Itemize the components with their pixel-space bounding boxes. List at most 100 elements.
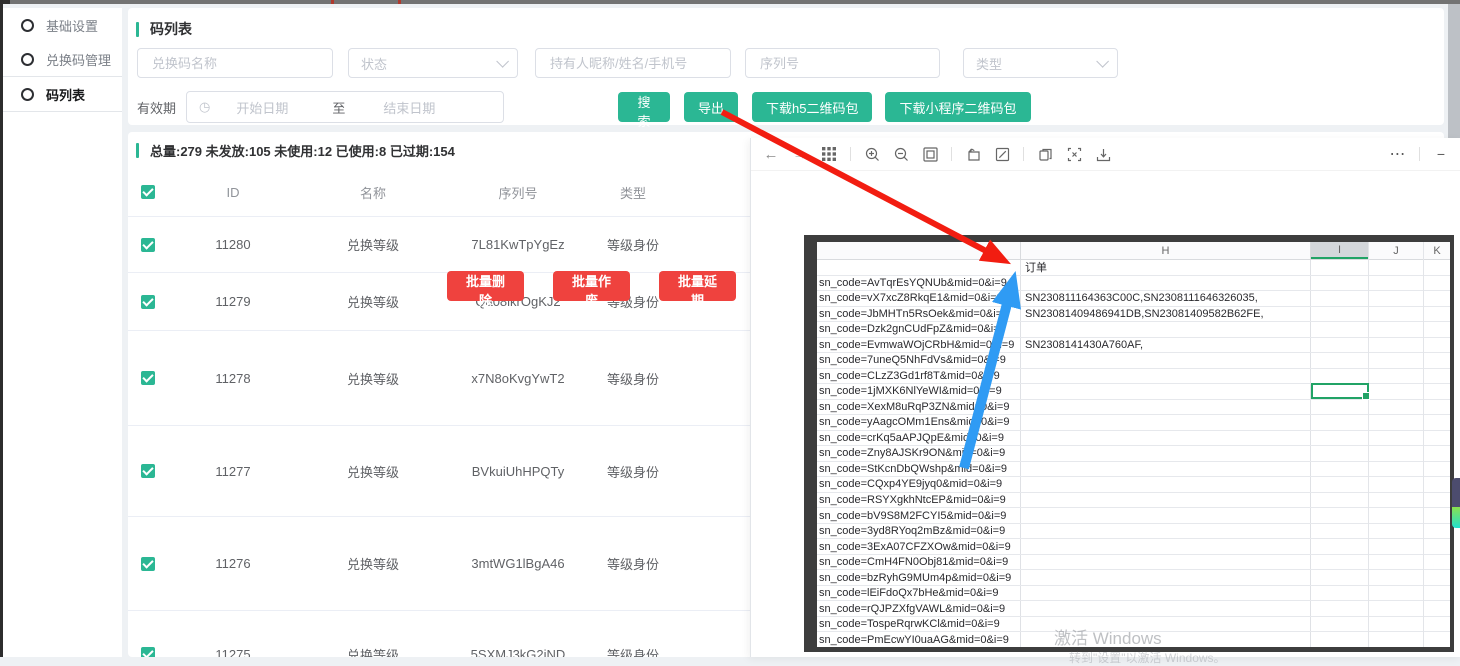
cell-type: 等级身份 bbox=[588, 462, 678, 481]
sheet-gridline bbox=[1368, 242, 1369, 647]
sheet-cell: sn_code=AvTqrEsYQNUb&mid=0&i=9 bbox=[817, 276, 1021, 291]
sheet-cell bbox=[1021, 570, 1311, 585]
sidebar: 基础设置 兑换码管理 码列表 bbox=[3, 8, 122, 657]
download-miniprogram-qrcode-button[interactable]: 下载小程序二维码包 bbox=[885, 92, 1030, 122]
sheet-cell: sn_code=EvmwaWOjCRbH&mid=0&i=9 bbox=[817, 338, 1021, 353]
cell-id: 11279 bbox=[168, 294, 298, 309]
sheet-cell: sn_code=Dzk2gnCUdFpZ&mid=0&i=9 bbox=[817, 322, 1021, 337]
search-button[interactable]: 搜索 bbox=[618, 92, 670, 122]
row-checkbox[interactable] bbox=[141, 371, 155, 385]
pill-top bbox=[1452, 478, 1460, 507]
col-header-J: J bbox=[1369, 242, 1424, 259]
select-all-checkbox[interactable] bbox=[141, 185, 155, 199]
stats-summary: 总量:279 未发放:105 未使用:12 已使用:8 已过期:154 bbox=[150, 141, 455, 160]
type-select-placeholder: 类型 bbox=[976, 54, 1002, 73]
status-select[interactable]: 状态 bbox=[348, 48, 518, 78]
sheet-cell: sn_code=RSYXgkhNtcEP&mid=0&i=9 bbox=[817, 493, 1021, 508]
sidebar-item-basic-settings[interactable]: 基础设置 bbox=[3, 8, 122, 42]
thumbnail-grid-icon[interactable] bbox=[821, 146, 837, 162]
cell-type: 等级身份 bbox=[588, 554, 678, 573]
activate-windows-watermark: 激活 Windows bbox=[1054, 624, 1162, 649]
sheet-cell bbox=[1021, 477, 1311, 492]
chevron-down-icon bbox=[496, 55, 509, 68]
chevron-down-icon bbox=[1096, 55, 1109, 68]
back-icon[interactable]: ← bbox=[763, 146, 779, 162]
cell-id: 11275 bbox=[168, 647, 298, 658]
bulk-delete-button[interactable]: 批量删除 bbox=[447, 271, 524, 301]
sidebar-item-label: 基础设置 bbox=[46, 16, 98, 35]
zoom-out-icon[interactable] bbox=[893, 146, 909, 162]
sheet-cell: sn_code=lEiFdoQx7bHe&mid=0&i=9 bbox=[817, 586, 1021, 601]
column-header-id: ID bbox=[168, 185, 298, 200]
sidebar-item-redeem-code-management[interactable]: 兑换码管理 bbox=[3, 42, 122, 76]
forward-icon[interactable]: → bbox=[792, 146, 808, 162]
sheet-cell: sn_code=vX7xcZ8RkqE1&mid=0&i=9 bbox=[817, 291, 1021, 306]
download-icon[interactable] bbox=[1095, 146, 1111, 162]
edit-icon[interactable] bbox=[994, 146, 1010, 162]
cell-serial: 3mtWG1lBgA46 bbox=[448, 556, 588, 571]
extract-text-icon[interactable] bbox=[1066, 146, 1082, 162]
code-name-input[interactable] bbox=[150, 55, 320, 72]
cell-type: 等级身份 bbox=[588, 645, 678, 658]
fit-to-window-icon[interactable] bbox=[922, 146, 938, 162]
row-checkbox[interactable] bbox=[141, 557, 155, 571]
cell-name: 兑换等级 bbox=[298, 645, 448, 658]
holder-input[interactable] bbox=[548, 55, 718, 72]
column-header-name: 名称 bbox=[298, 183, 448, 202]
browser-extension-pill[interactable] bbox=[1452, 478, 1460, 528]
row-checkbox[interactable] bbox=[141, 464, 155, 478]
sheet-cell bbox=[1021, 493, 1311, 508]
serial-input[interactable] bbox=[758, 55, 927, 72]
cell-name: 兑换等级 bbox=[298, 235, 448, 254]
sidebar-item-code-list[interactable]: 码列表 bbox=[3, 76, 122, 112]
row-checkbox[interactable] bbox=[141, 295, 155, 309]
sheet-cell: sn_code=bzRyhG9MUm4p&mid=0&i=9 bbox=[817, 570, 1021, 585]
rotate-icon[interactable] bbox=[965, 146, 981, 162]
type-select[interactable]: 类型 bbox=[963, 48, 1118, 78]
radio-circle-icon bbox=[21, 53, 34, 66]
cell-name: 兑换等级 bbox=[298, 462, 448, 481]
cell-name: 兑换等级 bbox=[298, 292, 448, 311]
cell-id: 11276 bbox=[168, 556, 298, 571]
export-button[interactable]: 导出 bbox=[684, 92, 738, 122]
file-preview-window: ← → ⋯ − bbox=[750, 138, 1460, 657]
page-title: 码列表 bbox=[150, 19, 192, 39]
toolbar-divider bbox=[850, 147, 851, 161]
minimize-icon[interactable]: − bbox=[1433, 146, 1449, 162]
sheet-cell: sn_code=XexM8uRqP3ZN&mid=0&i=9 bbox=[817, 400, 1021, 415]
sheet-cell: sn_code=StKcnDbQWshp&mid=0&i=9 bbox=[817, 462, 1021, 477]
sheet-cell bbox=[1021, 508, 1311, 523]
validity-label: 有效期 bbox=[137, 98, 176, 117]
cell-id: 11280 bbox=[168, 237, 298, 252]
bulk-extend-button[interactable]: 批量延期 bbox=[659, 271, 736, 301]
cell-type: 等级身份 bbox=[588, 369, 678, 388]
column-header-serial: 序列号 bbox=[448, 183, 588, 202]
sheet-cell: sn_code=7uneQ5NhFdVs&mid=0&i=9 bbox=[817, 353, 1021, 368]
cell-type: 等级身份 bbox=[588, 235, 678, 254]
more-options-icon[interactable]: ⋯ bbox=[1390, 146, 1406, 162]
sheet-cell: sn_code=Zny8AJSKr9ON&mid=0&i=9 bbox=[817, 446, 1021, 461]
date-range-picker[interactable]: ◷ 开始日期 至 结束日期 bbox=[186, 91, 504, 123]
zoom-in-icon[interactable] bbox=[864, 146, 880, 162]
window-left-strip bbox=[0, 0, 3, 657]
status-select-placeholder: 状态 bbox=[361, 54, 387, 73]
sheet-cell: sn_code=PmEcwYI0uaAG&mid=0&i=9 bbox=[817, 632, 1021, 647]
sheet-cell bbox=[1021, 539, 1311, 554]
sheet-cell bbox=[1021, 353, 1311, 368]
row-checkbox[interactable] bbox=[141, 238, 155, 252]
sheet-cell: SN2308141430A760AF, bbox=[1021, 338, 1311, 353]
row-checkbox[interactable] bbox=[141, 647, 155, 657]
copy-pages-icon[interactable] bbox=[1037, 146, 1053, 162]
sidebar-item-label: 码列表 bbox=[46, 85, 85, 104]
stats-accent-bar bbox=[136, 143, 139, 158]
sheet-cell bbox=[1021, 369, 1311, 384]
cell-serial: x7N8oKvgYwT2 bbox=[448, 371, 588, 386]
toolbar-divider bbox=[1419, 147, 1420, 161]
preview-toolbar: ← → ⋯ − bbox=[751, 138, 1460, 171]
sheet-cell: sn_code=yAagcOMm1Ens&mid=0&i=9 bbox=[817, 415, 1021, 430]
download-h5-qrcode-button[interactable]: 下载h5二维码包 bbox=[752, 92, 872, 122]
sheet-cell bbox=[1021, 462, 1311, 477]
sheet-cell: sn_code=rQJPZXfgVAWL&mid=0&i=9 bbox=[817, 601, 1021, 616]
radio-circle-icon bbox=[21, 88, 34, 101]
bulk-void-button[interactable]: 批量作废 bbox=[553, 271, 630, 301]
